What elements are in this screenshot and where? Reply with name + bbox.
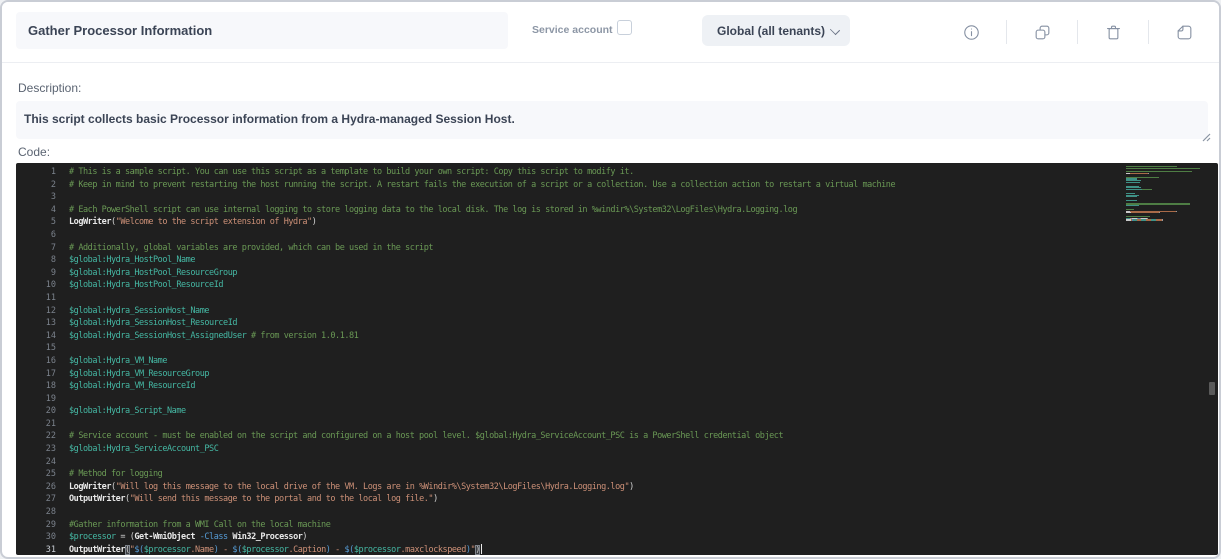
service-account-label: Service account bbox=[532, 24, 613, 36]
code-line[interactable]: 31OutputWriter("$($processor.Name) - $($… bbox=[16, 544, 1218, 555]
code-line[interactable]: 28 bbox=[16, 506, 1218, 519]
line-number: 25 bbox=[16, 468, 56, 481]
code-label: Code: bbox=[18, 145, 50, 159]
code-line[interactable]: 27OutputWriter("Will send this message t… bbox=[16, 493, 1218, 506]
line-number: 28 bbox=[16, 506, 56, 519]
line-number: 1 bbox=[16, 166, 56, 179]
text-cursor bbox=[481, 544, 483, 554]
code-line[interactable]: 10$global:Hydra_HostPool_ResourceId bbox=[16, 279, 1218, 292]
line-number: 3 bbox=[16, 191, 56, 204]
line-number: 8 bbox=[16, 254, 56, 267]
info-button[interactable] bbox=[952, 13, 990, 51]
tenant-dropdown[interactable]: Global (all tenants) bbox=[702, 15, 850, 46]
toolbar bbox=[936, 2, 1219, 62]
code-line[interactable]: 19 bbox=[16, 393, 1218, 406]
line-number: 5 bbox=[16, 216, 56, 229]
code-line[interactable]: 2# Keep in mind to prevent restarting th… bbox=[16, 179, 1218, 192]
save-icon bbox=[1175, 23, 1194, 42]
line-number: 6 bbox=[16, 229, 56, 242]
chevron-down-icon bbox=[830, 25, 840, 35]
save-button[interactable] bbox=[1165, 13, 1203, 51]
trash-icon bbox=[1104, 23, 1123, 42]
code-line[interactable]: 14$global:Hydra_SessionHost_AssignedUser… bbox=[16, 330, 1218, 343]
description-label: Description: bbox=[18, 81, 81, 95]
code-line[interactable]: 3 bbox=[16, 191, 1218, 204]
code-line[interactable]: 7# Additionally, global variables are pr… bbox=[16, 242, 1218, 255]
code-line[interactable]: 11 bbox=[16, 292, 1218, 305]
code-line[interactable]: 16$global:Hydra_VM_Name bbox=[16, 355, 1218, 368]
line-number: 17 bbox=[16, 368, 56, 381]
code-line[interactable]: 23$global:Hydra_ServiceAccount_PSC bbox=[16, 443, 1218, 456]
editor-scrollbar[interactable] bbox=[1209, 382, 1215, 395]
line-number: 12 bbox=[16, 305, 56, 318]
line-number: 31 bbox=[16, 544, 56, 555]
resize-handle[interactable] bbox=[1199, 129, 1211, 141]
code-line[interactable]: 22# Service account - must be enabled on… bbox=[16, 430, 1218, 443]
code-line[interactable]: 12$global:Hydra_SessionHost_Name bbox=[16, 305, 1218, 318]
minimap[interactable] bbox=[1126, 166, 1206, 221]
line-number: 13 bbox=[16, 317, 56, 330]
code-line[interactable]: 30$processor = (Get-WmiObject -Class Win… bbox=[16, 531, 1218, 544]
line-number: 18 bbox=[16, 380, 56, 393]
description-textarea[interactable]: This script collects basic Processor inf… bbox=[16, 101, 1208, 139]
script-editor-page: Service account Global (all tenants) bbox=[0, 0, 1221, 559]
toolbar-divider bbox=[1077, 20, 1078, 44]
line-number: 27 bbox=[16, 493, 56, 506]
line-number: 10 bbox=[16, 279, 56, 292]
line-number: 21 bbox=[16, 418, 56, 431]
copy-icon bbox=[1033, 23, 1052, 42]
line-number: 23 bbox=[16, 443, 56, 456]
line-number: 4 bbox=[16, 204, 56, 217]
toolbar-divider bbox=[1006, 20, 1007, 44]
line-number: 14 bbox=[16, 330, 56, 343]
code-lines: 1# This is a sample script. You can use … bbox=[16, 163, 1218, 555]
line-number: 11 bbox=[16, 292, 56, 305]
code-line[interactable]: 29#Gather information from a WMI Call on… bbox=[16, 519, 1218, 532]
duplicate-button[interactable] bbox=[1023, 13, 1061, 51]
code-line[interactable]: 26LogWriter("Will log this message to th… bbox=[16, 481, 1218, 494]
line-number: 9 bbox=[16, 267, 56, 280]
code-line[interactable]: 4# Each PowerShell script can use intern… bbox=[16, 204, 1218, 217]
code-line[interactable]: 6 bbox=[16, 229, 1218, 242]
tenant-dropdown-value: Global (all tenants) bbox=[717, 24, 825, 38]
delete-button[interactable] bbox=[1094, 13, 1132, 51]
line-number: 22 bbox=[16, 430, 56, 443]
code-line[interactable]: 21 bbox=[16, 418, 1218, 431]
line-number: 7 bbox=[16, 242, 56, 255]
service-account-checkbox[interactable] bbox=[617, 20, 632, 35]
line-number: 24 bbox=[16, 456, 56, 469]
code-line[interactable]: 24 bbox=[16, 456, 1218, 469]
code-line[interactable]: 20$global:Hydra_Script_Name bbox=[16, 405, 1218, 418]
code-line[interactable]: 15 bbox=[16, 342, 1218, 355]
line-number: 30 bbox=[16, 531, 56, 544]
line-number: 26 bbox=[16, 481, 56, 494]
toolbar-divider bbox=[1148, 20, 1149, 44]
line-number: 16 bbox=[16, 355, 56, 368]
code-line[interactable]: 13$global:Hydra_SessionHost_ResourceId bbox=[16, 317, 1218, 330]
script-name-input[interactable] bbox=[16, 12, 508, 49]
code-line[interactable]: 9$global:Hydra_HostPool_ResourceGroup bbox=[16, 267, 1218, 280]
header-bar: Service account Global (all tenants) bbox=[2, 2, 1219, 63]
resize-grip-icon bbox=[1199, 130, 1211, 142]
code-line[interactable]: 18$global:Hydra_VM_ResourceId bbox=[16, 380, 1218, 393]
code-line[interactable]: 8$global:Hydra_HostPool_Name bbox=[16, 254, 1218, 267]
code-line[interactable]: 1# This is a sample script. You can use … bbox=[16, 166, 1218, 179]
line-number: 2 bbox=[16, 179, 56, 192]
info-icon bbox=[962, 23, 981, 42]
line-number: 29 bbox=[16, 519, 56, 532]
line-number: 19 bbox=[16, 393, 56, 406]
code-line[interactable]: 25# Method for logging bbox=[16, 468, 1218, 481]
code-line[interactable]: 17$global:Hydra_VM_ResourceGroup bbox=[16, 368, 1218, 381]
code-line[interactable]: 5LogWriter("Welcome to the script extens… bbox=[16, 216, 1218, 229]
line-number: 15 bbox=[16, 342, 56, 355]
line-number: 20 bbox=[16, 405, 56, 418]
code-editor[interactable]: 1# This is a sample script. You can use … bbox=[16, 163, 1218, 555]
